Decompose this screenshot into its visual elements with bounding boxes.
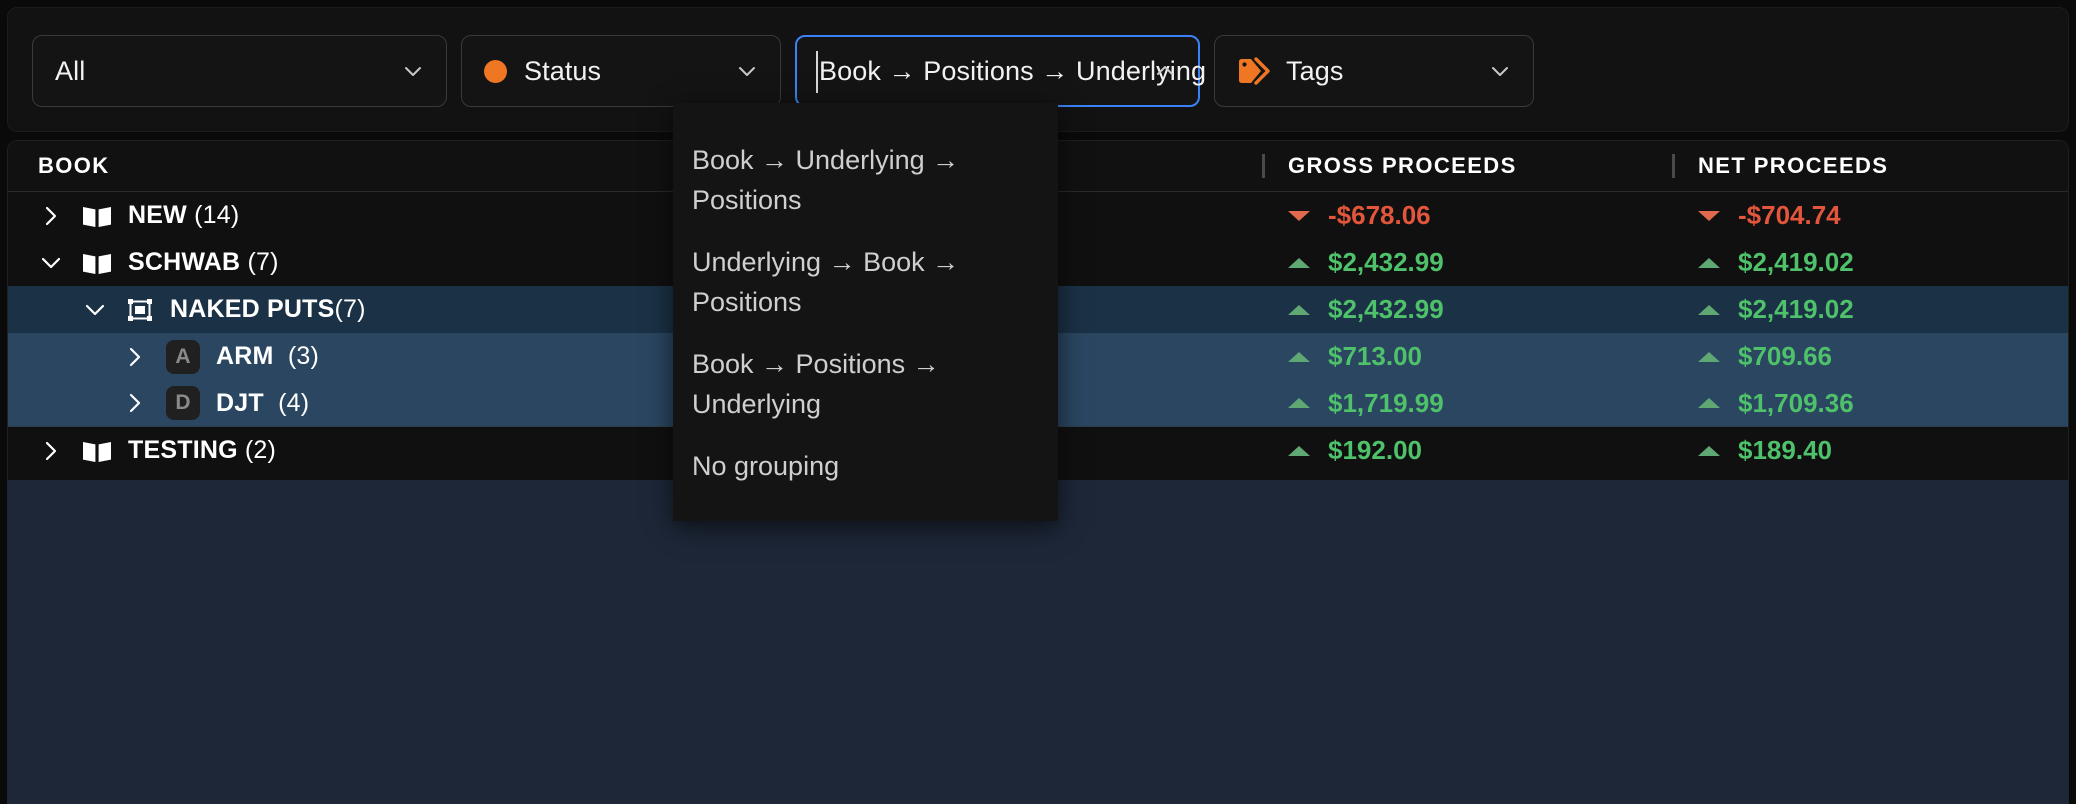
filter-status-dropdown[interactable]: Status: [461, 35, 781, 107]
avatar: D: [166, 386, 200, 420]
row-label: SCHWAB (7): [128, 248, 279, 276]
book-icon: [82, 439, 112, 463]
chevron-down-icon[interactable]: [38, 250, 64, 276]
row-net-proceeds: -$704.74: [1658, 200, 2068, 231]
chevron-down-icon[interactable]: [736, 60, 758, 82]
row-label: TESTING (2): [128, 436, 277, 464]
row-net-proceeds-value: $2,419.02: [1738, 247, 1854, 277]
column-divider[interactable]: [1672, 154, 1675, 178]
column-header-gross-proceeds[interactable]: GROSS PROCEEDS: [1248, 153, 1658, 179]
filter-group: All Status Book → Positions → Underlying: [32, 35, 1534, 107]
row-gross-proceeds: $2,432.99: [1248, 247, 1658, 278]
trend-up-icon: [1698, 304, 1720, 315]
column-header-net-proceeds[interactable]: NET PROCEEDS: [1658, 153, 2068, 179]
chevron-down-icon[interactable]: [82, 297, 108, 323]
row-gross-proceeds: $192.00: [1248, 435, 1658, 466]
column-header-gross-proceeds-label: GROSS PROCEEDS: [1288, 153, 1517, 178]
trend-up-icon: [1698, 445, 1720, 456]
chevron-right-icon[interactable]: [38, 203, 64, 229]
book-icon: [82, 204, 112, 228]
grouping-option-book-underlying-positions[interactable]: Book → Underlying → Positions: [673, 129, 1058, 231]
book-icon: [82, 251, 112, 275]
row-net-proceeds-value: -$704.74: [1738, 200, 1841, 230]
trend-down-icon: [1698, 210, 1720, 221]
column-header-net-proceeds-label: NET PROCEEDS: [1698, 153, 1889, 178]
row-net-proceeds: $189.40: [1658, 435, 2068, 466]
row-gross-proceeds-value: $2,432.99: [1328, 294, 1444, 324]
avatar: A: [166, 339, 200, 374]
trend-up-icon: [1288, 445, 1310, 456]
trend-up-icon: [1698, 257, 1720, 268]
row-net-proceeds: $2,419.02: [1658, 247, 2068, 278]
chevron-down-icon[interactable]: [402, 60, 424, 82]
grouping-option-underlying-book-positions[interactable]: Underlying → Book → Positions: [673, 231, 1058, 333]
filter-scope-dropdown[interactable]: All: [32, 35, 447, 107]
filter-scope-label: All: [55, 55, 86, 86]
row-gross-proceeds: $1,719.99: [1248, 388, 1658, 419]
table-empty-area: [7, 480, 2069, 804]
trend-up-icon: [1288, 351, 1310, 362]
row-gross-proceeds-value: $2,432.99: [1328, 247, 1444, 277]
row-gross-proceeds-value: -$678.06: [1328, 200, 1431, 230]
trend-up-icon: [1288, 304, 1310, 315]
row-book-cell: TESTING (2): [8, 436, 1248, 465]
chevron-right-icon[interactable]: [38, 438, 64, 464]
trend-up-icon: [1288, 257, 1310, 268]
chevron-down-icon[interactable]: [1489, 60, 1511, 82]
row-label: NAKED PUTS(7): [170, 295, 366, 323]
trend-up-icon: [1698, 351, 1720, 362]
column-divider[interactable]: [1262, 154, 1265, 178]
row-book-cell: A ARM (3): [8, 339, 1248, 374]
row-book-cell: SCHWAB (7): [8, 248, 1248, 277]
grouping-options-menu: Book → Underlying → Positions Underlying…: [673, 103, 1058, 521]
filter-grouping-dropdown[interactable]: Book → Positions → Underlying: [795, 35, 1206, 107]
row-label: DJT (4): [216, 388, 310, 417]
row-gross-proceeds-value: $713.00: [1328, 341, 1422, 371]
row-net-proceeds: $709.66: [1658, 341, 2068, 372]
chevron-right-icon[interactable]: [122, 344, 148, 370]
row-gross-proceeds: $713.00: [1248, 341, 1658, 372]
trend-up-icon: [1288, 398, 1310, 408]
row-net-proceeds: $1,709.36: [1658, 388, 2068, 419]
row-net-proceeds-value: $2,419.02: [1738, 294, 1854, 324]
chevron-up-icon[interactable]: [1154, 60, 1176, 82]
trend-down-icon: [1288, 210, 1310, 221]
grouping-option-no-grouping[interactable]: No grouping: [673, 435, 1058, 497]
filter-status-label: Status: [524, 55, 602, 86]
row-net-proceeds-value: $709.66: [1738, 341, 1832, 371]
row-book-cell: NAKED PUTS(7): [8, 295, 1248, 324]
grouping-option-book-positions-underlying[interactable]: Book → Positions → Underlying: [673, 333, 1058, 435]
row-net-proceeds: $2,419.02: [1658, 294, 2068, 325]
row-net-proceeds-value: $1,709.36: [1738, 387, 1854, 418]
trend-up-icon: [1698, 398, 1720, 408]
tags-icon: [1237, 57, 1271, 85]
column-header-book[interactable]: BOOK: [8, 153, 1248, 179]
row-label: ARM (3): [216, 342, 319, 370]
row-net-proceeds-value: $189.40: [1738, 435, 1832, 465]
row-gross-proceeds: -$678.06: [1248, 200, 1658, 231]
row-book-cell: NEW (14): [8, 201, 1248, 230]
row-gross-proceeds-value: $1,719.99: [1328, 387, 1444, 418]
chevron-right-icon[interactable]: [122, 390, 148, 416]
status-dot-icon: [484, 59, 507, 83]
text-caret: [816, 51, 818, 93]
row-label: NEW (14): [128, 201, 240, 229]
filter-grouping-label: Book → Positions → Underlying: [819, 55, 1207, 86]
app-root: All Status Book → Positions → Underlying: [0, 0, 2076, 804]
filter-tags-label: Tags: [1286, 55, 1344, 86]
filter-tags-dropdown[interactable]: Tags: [1214, 35, 1534, 107]
frame-icon: [126, 297, 154, 323]
row-gross-proceeds: $2,432.99: [1248, 294, 1658, 325]
row-gross-proceeds-value: $192.00: [1328, 435, 1422, 465]
row-book-cell: D DJT (4): [8, 386, 1248, 420]
